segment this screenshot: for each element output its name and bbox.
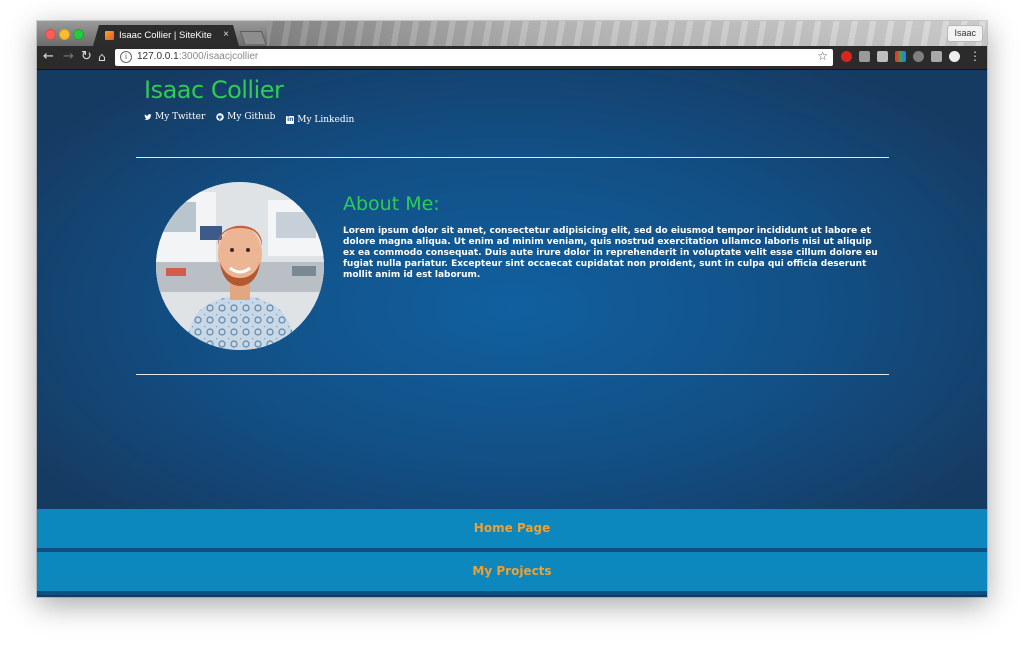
extension-red-icon[interactable] (841, 51, 852, 62)
browser-menu-icon[interactable]: ⋮ (969, 49, 981, 63)
url-text: 127.0.0.1:3000/isaacjcollier (137, 51, 258, 62)
site-info-icon[interactable]: i (120, 51, 132, 63)
back-arrow-icon[interactable]: ← (43, 49, 54, 65)
home-page-link[interactable]: Home Page (37, 509, 987, 548)
home-icon[interactable]: ⌂ (98, 49, 106, 65)
maximize-window-button[interactable] (73, 29, 84, 40)
bookmark-star-icon[interactable]: ☆ (817, 49, 828, 63)
linkedin-link-label: My Linkedin (297, 115, 355, 125)
extension-note-icon[interactable] (877, 51, 888, 62)
my-projects-link[interactable]: My Projects (37, 552, 987, 591)
address-bar[interactable]: i 127.0.0.1:3000/isaacjcollier ☆ (115, 49, 833, 66)
new-tab-button[interactable] (239, 31, 267, 44)
twitter-link-label: My Twitter (155, 112, 206, 122)
tab-title: Isaac Collier | SiteKite (119, 30, 212, 41)
browser-tab[interactable]: Isaac Collier | SiteKite × (93, 25, 239, 46)
profile-button[interactable]: Isaac (947, 25, 983, 42)
extension-search-icon[interactable] (913, 51, 924, 62)
twitter-link[interactable]: My Twitter (144, 112, 205, 122)
profile-photo (156, 182, 324, 350)
favicon-icon (105, 31, 114, 40)
twitter-icon (144, 113, 152, 121)
url-path: :3000/isaacjcollier (178, 51, 259, 62)
github-icon (216, 113, 224, 121)
about-divider (136, 374, 889, 375)
browser-window: Isaac Collier | SiteKite × Isaac ← → ↻ ⌂… (37, 21, 987, 597)
linkedin-icon: in (286, 116, 295, 124)
site-name: Isaac Collier (144, 76, 284, 104)
url-host: 127.0.0.1 (137, 51, 179, 62)
reload-icon[interactable]: ↻ (81, 49, 92, 65)
tab-close-icon[interactable]: × (223, 29, 229, 40)
social-links: My Twitter My Github in My Linkedin (144, 112, 362, 125)
about-heading: About Me: (343, 193, 440, 215)
forward-arrow-icon[interactable]: → (63, 49, 74, 65)
extension-circle-icon[interactable] (949, 51, 960, 62)
extension-chat-icon[interactable] (859, 51, 870, 62)
page-content: Isaac Collier My Twitter My Github in My … (37, 70, 987, 597)
about-text: Lorem ipsum dolor sit amet, consectetur … (343, 226, 878, 280)
extension-color-icon[interactable] (895, 51, 906, 62)
browser-toolbar: ← → ↻ ⌂ i 127.0.0.1:3000/isaacjcollier ☆… (37, 46, 987, 69)
linkedin-link[interactable]: in My Linkedin (286, 115, 354, 125)
github-link-label: My Github (227, 112, 276, 122)
minimize-window-button[interactable] (59, 29, 70, 40)
close-window-button[interactable] (45, 29, 56, 40)
github-link[interactable]: My Github (216, 112, 275, 122)
extension-box-icon[interactable] (931, 51, 942, 62)
header-divider (136, 157, 889, 158)
nav-separator (37, 591, 987, 595)
